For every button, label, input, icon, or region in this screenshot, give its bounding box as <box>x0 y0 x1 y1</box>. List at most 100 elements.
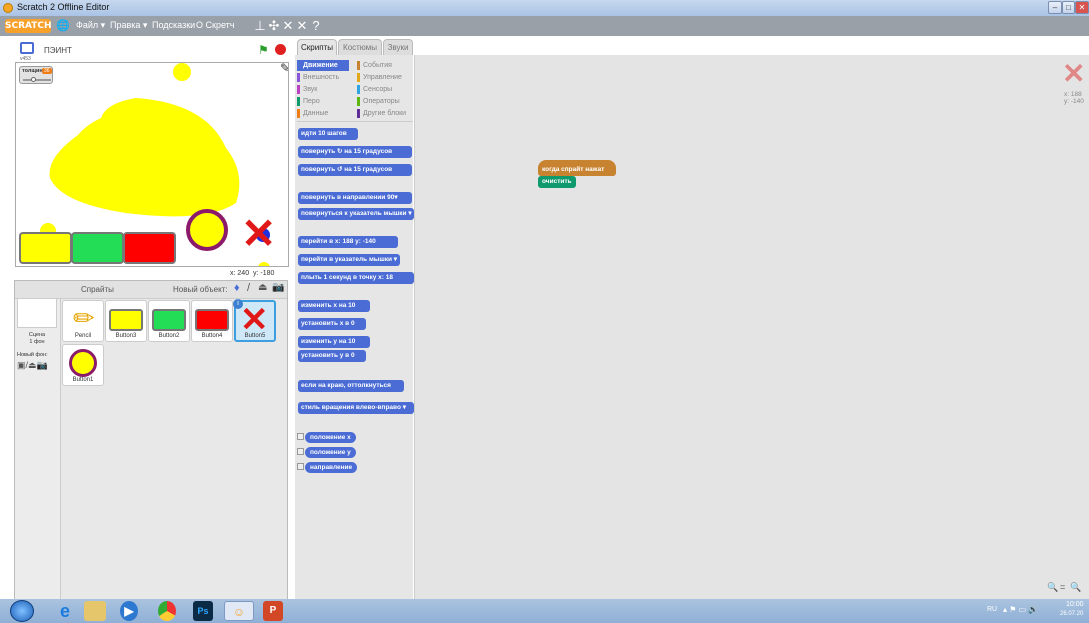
block-glide[interactable]: плыть 1 секунд в точку x: 18 <box>298 272 414 284</box>
category-more-blocks-label: Другие блоки <box>363 110 407 117</box>
block-change-y[interactable]: изменить у на 10 <box>298 336 370 348</box>
green-flag-icon[interactable]: ⚑ <box>258 43 269 57</box>
category-data[interactable]: Данные <box>297 108 328 119</box>
sprite-label-button5: Button5 <box>244 333 266 339</box>
script-block-clear[interactable]: очистить <box>538 176 576 188</box>
photoshop-icon[interactable]: Ps <box>193 601 213 621</box>
menubar: SCRATCH 🌐 Файл ▾ Правка ▾ Подсказки О Ск… <box>0 16 1089 36</box>
category-control-label: Управление <box>363 74 402 81</box>
block-turn-right[interactable]: повернуть ↻ на 15 градусов <box>298 146 412 158</box>
scratch-logo[interactable]: SCRATCH <box>5 19 52 33</box>
tray-icons[interactable]: ▴ ⚑ ▭ 🔊 <box>1003 605 1038 614</box>
category-sound[interactable]: Звук <box>297 84 317 95</box>
category-motion[interactable]: Движение <box>297 60 349 71</box>
sprite-label-pencil: Pencil <box>74 333 92 339</box>
sprite-library-icon[interactable]: ♦ <box>234 282 240 294</box>
start-button[interactable] <box>10 600 34 622</box>
project-title[interactable]: ПЭИНТ <box>44 46 72 55</box>
block-set-y[interactable]: установить у в 0 <box>298 350 366 362</box>
globe-icon[interactable]: 🌐 <box>56 19 70 33</box>
mouse-y-label: y: <box>252 270 259 277</box>
media-player-icon[interactable]: ▶ <box>120 601 138 621</box>
stage-canvas[interactable]: толщина 36 ✎ ✕ <box>15 62 289 267</box>
block-move-steps[interactable]: идти 10 шагов <box>298 128 358 140</box>
checkbox-x-position[interactable] <box>297 433 304 440</box>
category-events-label: События <box>363 62 392 69</box>
red-color-button[interactable] <box>123 232 176 264</box>
close-button[interactable]: ✕ <box>1075 1 1089 14</box>
delete-tool-icon[interactable]: ✣ <box>267 18 281 34</box>
new-backdrop-label: Новый фон: <box>17 352 48 358</box>
green-color-button[interactable] <box>71 232 124 264</box>
language-indicator[interactable]: RU <box>987 606 997 613</box>
category-pen[interactable]: Перо <box>297 96 320 107</box>
menu-edit[interactable]: Правка ▾ <box>110 20 147 31</box>
zoom-out-icon[interactable]: 🔍 <box>1047 582 1058 593</box>
block-turn-left[interactable]: повернуть ↺ на 15 градусов <box>298 164 412 176</box>
stop-icon[interactable] <box>275 44 286 55</box>
category-sound-label: Звук <box>303 86 318 93</box>
chrome-icon[interactable] <box>158 601 176 621</box>
category-operators[interactable]: Операторы <box>357 96 400 107</box>
internet-explorer-icon[interactable]: e <box>50 601 80 621</box>
upload-sprite-icon[interactable]: ⏏ <box>258 282 267 293</box>
category-sensing-label: Сенсоры <box>363 86 393 93</box>
block-bounce[interactable]: если на краю, оттолкнуться <box>298 380 404 392</box>
clear-x-button[interactable]: ✕ <box>241 213 276 255</box>
tab-costumes[interactable]: Костюмы <box>338 39 382 56</box>
mouse-x-value: 240 <box>237 270 250 277</box>
reporter-y-position[interactable]: положение y <box>305 447 356 458</box>
stage-header: v453 ПЭИНТ ⚑ <box>14 38 289 62</box>
palette-divider <box>297 121 413 122</box>
checkbox-direction[interactable] <box>297 463 304 470</box>
menu-about[interactable]: О Скретч <box>196 20 234 30</box>
stage-thumbnail[interactable] <box>17 298 57 328</box>
clock-date: 26.07.20 <box>1060 611 1084 617</box>
block-rotation-style[interactable]: стиль вращения влево-вправо ▾ <box>298 402 414 414</box>
mouse-y-value: -180 <box>260 270 275 277</box>
category-more-blocks[interactable]: Другие блоки <box>357 108 406 119</box>
powerpoint-icon[interactable]: P <box>263 601 283 621</box>
reporter-x-position[interactable]: положение x <box>305 432 356 443</box>
stage-label: Сцена <box>28 332 46 338</box>
menu-file[interactable]: Файл ▾ <box>76 20 105 31</box>
category-looks-label: Внешность <box>303 74 340 81</box>
minimize-button[interactable]: – <box>1048 1 1062 14</box>
block-set-x[interactable]: установить х в 0 <box>298 318 366 330</box>
sprites-header: Спрайты <box>81 285 114 294</box>
duplicate-tool-icon[interactable]: ⊥ <box>253 18 267 34</box>
grow-tool-icon[interactable]: ✕ <box>281 18 295 34</box>
scratch-taskbar-icon[interactable]: ☺ <box>224 601 254 621</box>
clock-time: 10:00 <box>1066 601 1084 608</box>
script-hat-when-sprite-clicked[interactable]: когда спрайт нажат <box>538 160 616 176</box>
category-events[interactable]: События <box>357 60 392 71</box>
block-go-to[interactable]: перейти в указатель мышки ▾ <box>298 254 400 266</box>
zoom-reset-button[interactable]: = <box>1060 582 1065 592</box>
zoom-in-icon[interactable]: 🔍 <box>1070 582 1081 593</box>
maximize-button[interactable]: □ <box>1062 1 1075 14</box>
paint-sprite-icon[interactable]: / <box>247 282 250 294</box>
checkbox-y-position[interactable] <box>297 448 304 455</box>
backdrop-tools-icon[interactable]: ▣/⏏📷 <box>17 360 48 371</box>
block-change-x[interactable]: изменить х на 10 <box>298 300 370 312</box>
block-point-direction[interactable]: повернуть в направлении 90▾ <box>298 192 412 204</box>
fullscreen-icon[interactable] <box>20 42 34 54</box>
yellow-color-button[interactable] <box>19 232 72 264</box>
block-go-to-xy[interactable]: перейти в x: 188 y: -140 <box>298 236 398 248</box>
sprite-label-button4: Button4 <box>201 333 223 339</box>
shrink-tool-icon[interactable]: ✕ <box>295 18 309 34</box>
camera-icon[interactable]: 📷 <box>272 282 284 293</box>
reporter-direction[interactable]: направление <box>305 462 358 473</box>
help-tool-icon[interactable]: ? <box>309 18 323 34</box>
menu-tips[interactable]: Подсказки <box>152 20 195 30</box>
file-explorer-icon[interactable] <box>84 601 106 621</box>
tab-sounds[interactable]: Звуки <box>383 39 413 56</box>
sprite-label-button2: Button2 <box>158 333 180 339</box>
category-control[interactable]: Управление <box>357 72 402 83</box>
script-area[interactable] <box>414 55 1089 600</box>
category-sensing[interactable]: Сенсоры <box>357 84 392 95</box>
mouse-x-label: x: <box>230 270 236 277</box>
yellow-circle-button[interactable] <box>186 209 228 251</box>
block-point-towards[interactable]: повернуться к указатель мышки ▾ <box>298 208 414 220</box>
category-looks[interactable]: Внешность <box>297 72 339 83</box>
